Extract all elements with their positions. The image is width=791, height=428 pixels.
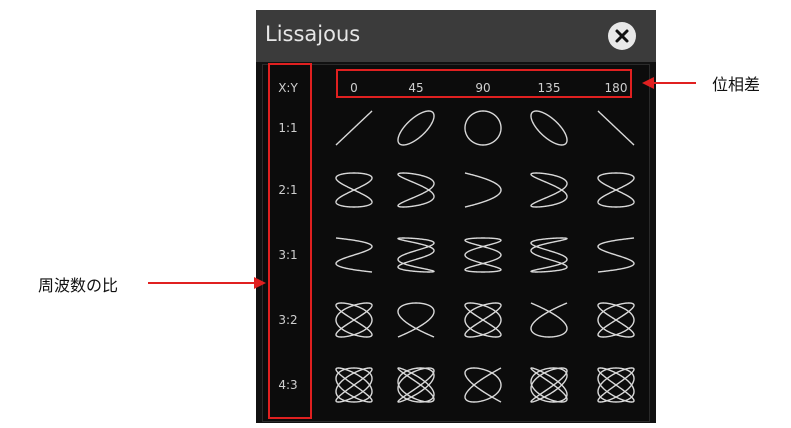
lissajous-figure-1-1-45: [397, 110, 435, 146]
lissajous-figure-3-1-45: [397, 237, 435, 273]
phase-annotation: 位相差: [712, 75, 761, 94]
lissajous-figure-1-1-180: [597, 110, 635, 146]
lissajous-figure-2-1-180: [597, 172, 635, 208]
lissajous-figure-3-2-90: [464, 302, 502, 338]
lissajous-figure-2-1-45: [397, 172, 435, 208]
phase-header-highlight: [336, 69, 632, 98]
lissajous-figure-3-2-135: [530, 302, 568, 338]
lissajous-figure-4-3-135: [530, 367, 568, 403]
lissajous-figure-1-1-0: [335, 110, 373, 146]
lissajous-figure-3-1-180: [597, 237, 635, 273]
phase-arrow-line: [652, 82, 696, 84]
lissajous-figure-4-3-180: [597, 367, 635, 403]
lissajous-figure-4-3-0: [335, 367, 373, 403]
ratio-arrowhead-icon: [254, 277, 266, 289]
lissajous-figure-2-1-0: [335, 172, 373, 208]
lissajous-figure-3-2-45: [397, 302, 435, 338]
phase-arrowhead-icon: [642, 77, 654, 89]
lissajous-figure-3-1-135: [530, 237, 568, 273]
lissajous-figure-2-1-90: [464, 172, 502, 208]
lissajous-figure-1-1-90: [464, 110, 502, 146]
lissajous-figure-4-3-45: [397, 367, 435, 403]
lissajous-figure-4-3-90: [464, 367, 502, 403]
lissajous-figure-3-1-90: [464, 237, 502, 273]
lissajous-figure-1-1-135: [530, 110, 568, 146]
lissajous-figure-3-1-0: [335, 237, 373, 273]
lissajous-figure-3-2-180: [597, 302, 635, 338]
ratio-column-highlight: [268, 63, 312, 419]
ratio-annotation: 周波数の比: [38, 276, 119, 295]
lissajous-figure-3-2-0: [335, 302, 373, 338]
lissajous-figure-2-1-135: [530, 172, 568, 208]
ratio-arrow-line: [148, 282, 258, 284]
